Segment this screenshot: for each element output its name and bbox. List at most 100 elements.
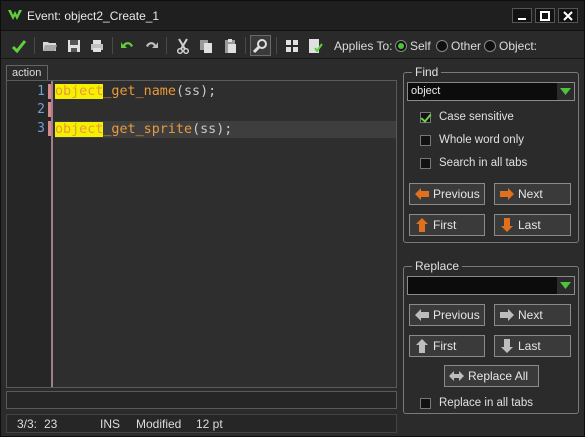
swap-arrows-icon bbox=[449, 371, 464, 381]
line-number-gutter: 1 2 3 bbox=[7, 81, 52, 387]
window-title: Event: object2_Create_1 bbox=[27, 9, 160, 23]
find-next-button[interactable]: Next bbox=[494, 183, 571, 205]
code-line-current[interactable]: object_get_sprite(ss); bbox=[55, 121, 396, 138]
editor-tabs: action bbox=[6, 65, 397, 81]
checkmark-icon bbox=[11, 39, 26, 53]
code-line[interactable] bbox=[55, 102, 396, 119]
title-bar: Event: object2_Create_1 bbox=[1, 1, 584, 31]
ok-button[interactable] bbox=[8, 35, 29, 56]
arrow-down-icon bbox=[500, 339, 513, 353]
paste-icon bbox=[224, 38, 236, 53]
arrow-right-icon bbox=[499, 188, 514, 200]
replace-previous-button[interactable]: Previous bbox=[409, 304, 485, 326]
close-button[interactable] bbox=[558, 8, 578, 23]
copy-icon bbox=[199, 39, 212, 53]
scissors-icon bbox=[176, 37, 189, 54]
radio-dot bbox=[484, 40, 496, 52]
toolbar: Applies To: Self Other Object: bbox=[1, 32, 584, 59]
code-line[interactable]: object_get_name(ss); bbox=[55, 83, 396, 100]
cursor-position: 3/3: bbox=[17, 417, 38, 431]
insert-mode: INS bbox=[100, 417, 121, 431]
find-group: Find object Case sensitive Whole word on… bbox=[403, 65, 579, 243]
modified-status: Modified bbox=[136, 417, 182, 431]
search-match: object bbox=[55, 84, 104, 99]
checkbox-box bbox=[420, 134, 431, 146]
document-check-icon bbox=[308, 38, 323, 53]
undo-button[interactable] bbox=[117, 35, 138, 56]
arrow-left-icon bbox=[414, 188, 429, 200]
chevron-down-icon bbox=[560, 88, 571, 95]
code-editor-window: Event: object2_Create_1 Applies To: Self… bbox=[0, 0, 585, 437]
print-icon bbox=[90, 39, 103, 52]
radio-dot bbox=[395, 40, 407, 52]
grid-icon bbox=[285, 39, 298, 52]
code-token: _get_sprite bbox=[103, 122, 193, 137]
line-number: 1 bbox=[37, 84, 45, 99]
replace-combobox[interactable] bbox=[407, 276, 575, 295]
search-match: object bbox=[55, 122, 104, 137]
find-first-button[interactable]: First bbox=[409, 214, 485, 236]
undo-icon bbox=[120, 41, 133, 48]
whole-word-checkbox[interactable]: Whole word only bbox=[420, 134, 524, 146]
status-bar: 3/3: 23 INS Modified 12 pt bbox=[6, 414, 397, 433]
find-group-title: Find bbox=[412, 65, 442, 79]
magnifier-icon bbox=[252, 38, 267, 53]
find-last-button[interactable]: Last bbox=[494, 214, 571, 236]
applies-self-radio[interactable]: Self bbox=[395, 39, 431, 53]
search-all-tabs-checkbox[interactable]: Search in all tabs bbox=[420, 157, 527, 169]
replace-last-button[interactable]: Last bbox=[494, 335, 571, 357]
find-combobox[interactable]: object bbox=[407, 82, 575, 101]
replace-first-button[interactable]: First bbox=[409, 335, 485, 357]
replace-all-button[interactable]: Replace All bbox=[444, 365, 539, 387]
redo-icon bbox=[145, 41, 158, 48]
gutter-divider bbox=[51, 81, 53, 387]
checkbox-box bbox=[420, 397, 431, 409]
code-editor[interactable]: 1 2 3 object_get_name(ss); object_get_sp… bbox=[6, 80, 397, 388]
line-number: 3 bbox=[37, 121, 45, 136]
arrow-up-icon bbox=[415, 339, 428, 353]
cursor-column: 23 bbox=[44, 417, 58, 431]
replace-group-title: Replace bbox=[412, 259, 463, 273]
replace-dropdown-button[interactable] bbox=[557, 277, 574, 294]
tab-action[interactable]: action bbox=[6, 65, 48, 81]
find-dropdown-button[interactable] bbox=[557, 83, 574, 100]
case-sensitive-checkbox[interactable]: Case sensitive bbox=[420, 111, 514, 123]
save-icon bbox=[67, 39, 80, 52]
code-token: (ss); bbox=[192, 122, 233, 137]
script-properties-button[interactable] bbox=[304, 35, 325, 56]
replace-all-tabs-checkbox[interactable]: Replace in all tabs bbox=[420, 397, 533, 409]
find-toggle-button[interactable] bbox=[250, 35, 271, 56]
maximize-icon bbox=[540, 10, 550, 21]
copy-button[interactable] bbox=[195, 35, 216, 56]
find-previous-button[interactable]: Previous bbox=[409, 183, 485, 205]
arrow-right-icon bbox=[499, 309, 514, 321]
save-button[interactable] bbox=[63, 35, 84, 56]
replace-next-button[interactable]: Next bbox=[494, 304, 571, 326]
open-button[interactable] bbox=[39, 35, 60, 56]
applies-to-label: Applies To: bbox=[334, 39, 393, 53]
applies-object-radio[interactable]: Object: bbox=[484, 39, 537, 53]
line-number: 2 bbox=[37, 102, 45, 117]
arrow-down-icon bbox=[500, 218, 513, 232]
folder-open-icon bbox=[42, 41, 57, 51]
gamemaker-logo-icon bbox=[7, 8, 23, 22]
arrow-left-icon bbox=[414, 309, 429, 321]
code-token: (ss); bbox=[175, 84, 217, 99]
checkbox-box bbox=[420, 157, 431, 169]
maximize-button[interactable] bbox=[535, 8, 555, 23]
minimize-button[interactable] bbox=[512, 8, 532, 23]
cut-button[interactable] bbox=[172, 35, 193, 56]
applies-other-radio[interactable]: Other bbox=[436, 39, 481, 53]
font-size: 12 pt bbox=[196, 417, 223, 431]
event-grid-button[interactable] bbox=[281, 35, 302, 56]
replace-group: Replace Previous Next First Last Replace… bbox=[403, 259, 579, 414]
checkbox-box bbox=[420, 111, 431, 123]
print-button[interactable] bbox=[86, 35, 107, 56]
chevron-down-icon bbox=[560, 282, 571, 289]
redo-button[interactable] bbox=[140, 35, 161, 56]
close-icon bbox=[563, 10, 573, 21]
find-input[interactable]: object bbox=[411, 85, 440, 97]
radio-dot bbox=[436, 40, 448, 52]
editor-input-bar[interactable] bbox=[6, 391, 397, 409]
paste-button[interactable] bbox=[219, 35, 240, 56]
